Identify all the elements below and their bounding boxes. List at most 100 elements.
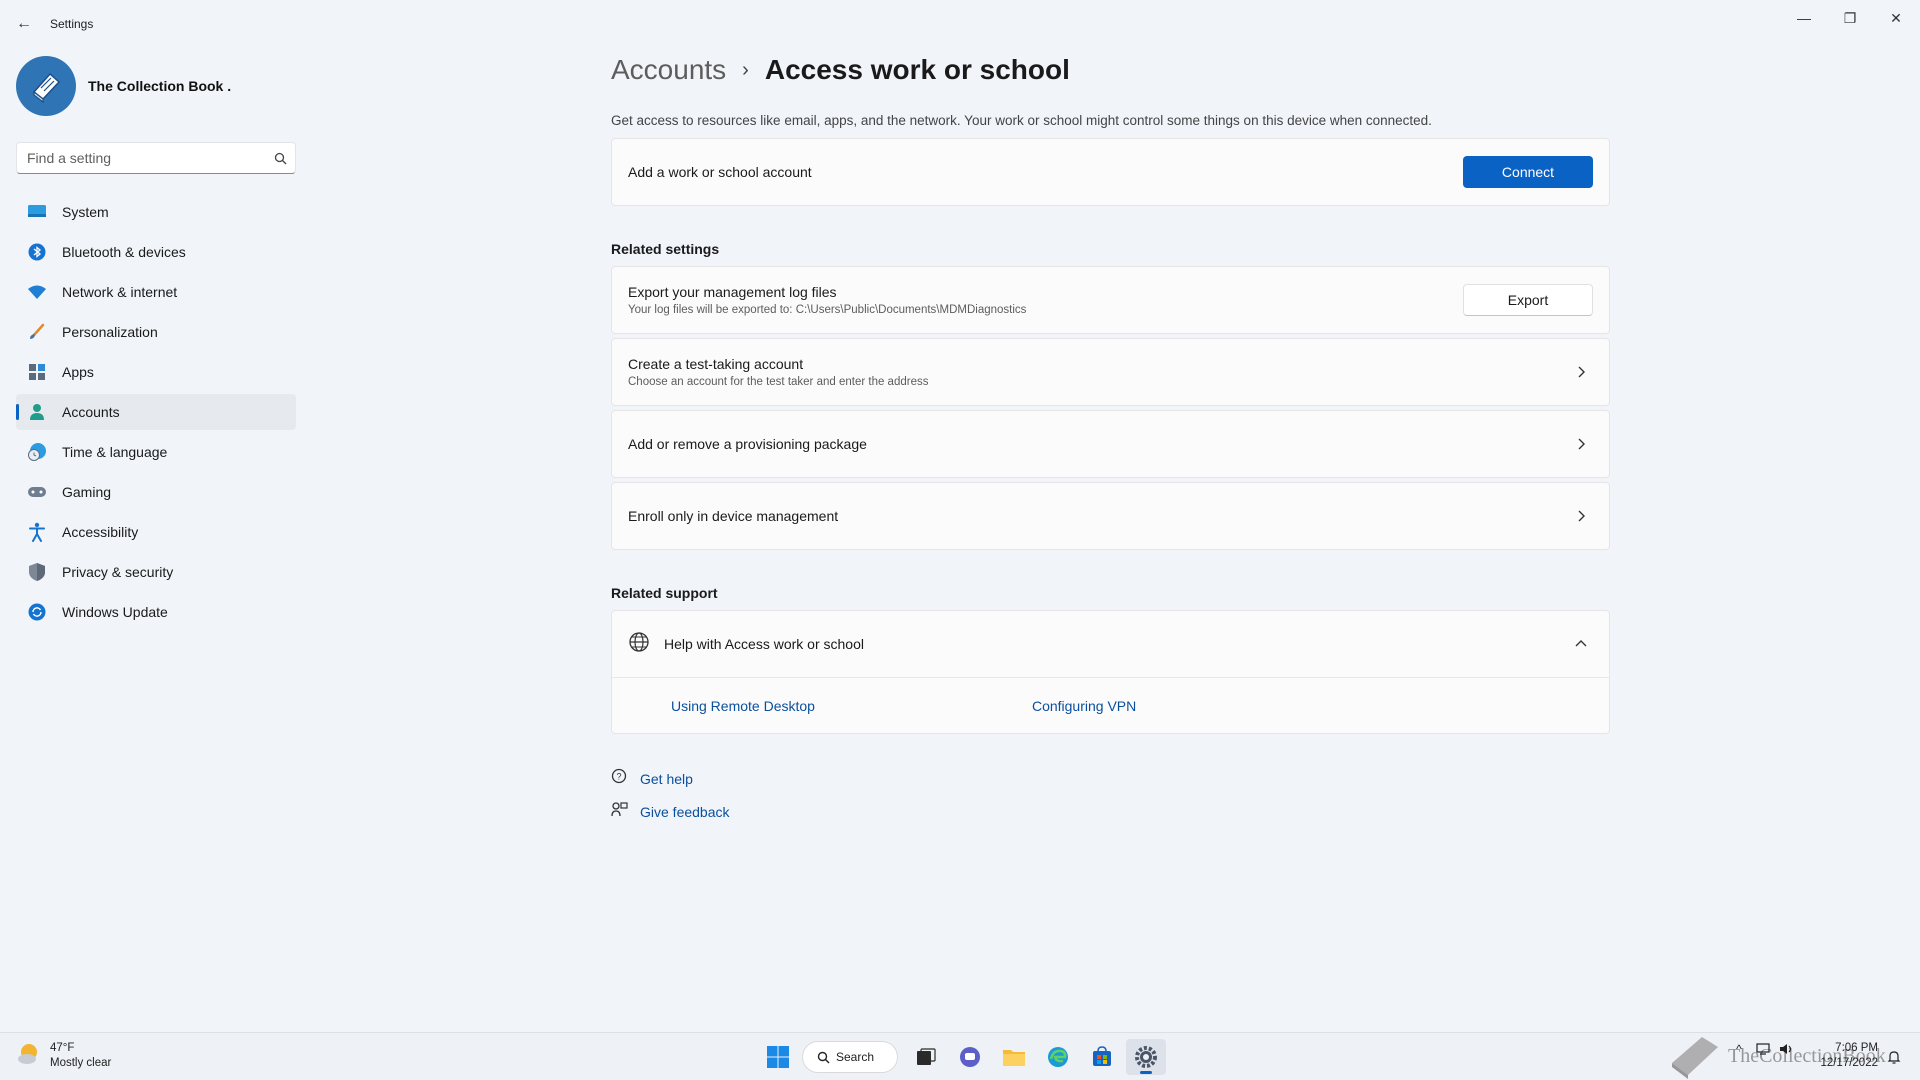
user-profile[interactable]: The Collection Book . <box>16 56 231 116</box>
search-input[interactable] <box>17 143 265 173</box>
notification-center-button[interactable] <box>1884 1047 1904 1067</box>
help-chat-icon: ? <box>611 768 628 790</box>
sidebar-item-accessibility[interactable]: Accessibility <box>16 514 296 550</box>
restore-icon: ❐ <box>1843 9 1857 26</box>
sidebar-item-accounts[interactable]: Accounts <box>16 394 296 430</box>
avatar <box>16 56 76 116</box>
maximize-button[interactable]: ❐ <box>1828 6 1872 30</box>
page-title: Access work or school <box>764 54 1070 85</box>
export-button[interactable]: Export <box>1463 284 1593 316</box>
export-logs-subtitle: Your log files will be exported to: C:\U… <box>628 304 1027 316</box>
remote-desktop-link[interactable]: Using Remote Desktop <box>671 698 815 714</box>
taskbar-clock[interactable]: 7:06 PM 12/17/2022 <box>1810 1041 1878 1071</box>
sidebar-item-label: Network & internet <box>62 284 178 300</box>
test-taking-account-card[interactable]: Create a test-taking account Choose an a… <box>611 338 1610 406</box>
help-expander-header[interactable]: Help with Access work or school <box>612 611 1609 678</box>
provisioning-package-card[interactable]: Add or remove a provisioning package <box>611 410 1610 478</box>
breadcrumb-accounts-link[interactable]: Accounts <box>611 54 726 86</box>
test-account-subtitle: Choose an account for the test taker and… <box>628 376 929 388</box>
taskbar-search-label: Search <box>836 1050 875 1064</box>
back-button[interactable]: ← <box>14 14 34 34</box>
update-icon <box>26 601 48 623</box>
task-view-button[interactable] <box>906 1039 946 1075</box>
sidebar-item-personalization[interactable]: Personalization <box>16 314 296 350</box>
minimize-icon: — <box>1797 10 1811 26</box>
clock-time: 7:06 PM <box>1835 1042 1878 1054</box>
weather-desc: Mostly clear <box>50 1057 112 1069</box>
weather-temp: 47°F <box>50 1042 75 1054</box>
search-icon <box>817 1051 830 1063</box>
sidebar-item-label: System <box>62 204 109 220</box>
chevron-right-icon <box>1569 432 1593 456</box>
export-logs-card: Export your management log files Your lo… <box>611 266 1610 334</box>
monitor-icon <box>26 201 48 223</box>
taskbar-search-button[interactable]: Search <box>802 1041 898 1073</box>
accessibility-icon <box>26 521 48 543</box>
sidebar-item-privacy[interactable]: Privacy & security <box>16 554 296 590</box>
network-icon[interactable] <box>1754 1039 1772 1059</box>
related-support-heading: Related support <box>611 585 718 601</box>
minimize-button[interactable]: — <box>1782 6 1826 30</box>
task-view-icon <box>917 1048 936 1065</box>
chevron-up-icon <box>1569 632 1593 656</box>
sidebar-item-label: Accounts <box>62 404 120 420</box>
configuring-vpn-link[interactable]: Configuring VPN <box>1032 698 1136 714</box>
person-icon <box>26 401 48 423</box>
get-help-row: ? Get help <box>611 768 693 790</box>
system-tray: ^ <box>1730 1039 1802 1059</box>
sidebar-item-system[interactable]: System <box>16 194 296 230</box>
settings-search[interactable] <box>16 142 296 174</box>
edge-icon <box>1048 1047 1068 1067</box>
taskbar-apps: Search <box>758 1039 1170 1075</box>
start-button[interactable] <box>758 1039 798 1075</box>
sidebar-item-apps[interactable]: Apps <box>16 354 296 390</box>
test-account-title: Create a test-taking account <box>628 356 804 372</box>
related-settings-heading: Related settings <box>611 241 720 257</box>
enroll-device-management-card[interactable]: Enroll only in device management <box>611 482 1610 550</box>
moon-cloud-icon <box>16 1042 42 1071</box>
sidebar-item-network[interactable]: Network & internet <box>16 274 296 310</box>
export-logs-title: Export your management log files <box>628 284 837 300</box>
settings-app-button[interactable] <box>1126 1039 1166 1075</box>
wifi-icon <box>26 281 48 303</box>
connect-button[interactable]: Connect <box>1463 156 1593 188</box>
back-arrow-icon: ← <box>16 15 32 32</box>
edge-browser-button[interactable] <box>1038 1039 1078 1075</box>
search-icon[interactable] <box>265 152 295 165</box>
sidebar-item-time-language[interactable]: Time & language <box>16 434 296 470</box>
sidebar-item-gaming[interactable]: Gaming <box>16 474 296 510</box>
give-feedback-link[interactable]: Give feedback <box>640 804 730 820</box>
file-explorer-button[interactable] <box>994 1039 1034 1075</box>
sidebar-item-label: Privacy & security <box>62 564 174 580</box>
sidebar-item-label: Time & language <box>62 444 168 460</box>
feedback-icon <box>611 801 628 823</box>
sidebar-item-label: Accessibility <box>62 524 139 540</box>
close-button[interactable]: ✕ <box>1874 6 1918 30</box>
volume-icon[interactable] <box>1778 1039 1796 1059</box>
get-help-link[interactable]: Get help <box>640 771 693 787</box>
sidebar-item-label: Bluetooth & devices <box>62 244 186 260</box>
sidebar-item-windows-update[interactable]: Windows Update <box>16 594 296 630</box>
sidebar-item-label: Gaming <box>62 484 112 500</box>
store-button[interactable] <box>1082 1039 1122 1075</box>
add-account-title: Add a work or school account <box>628 164 812 180</box>
sidebar-item-label: Apps <box>62 364 94 380</box>
folder-icon <box>1003 1050 1025 1066</box>
gamepad-icon <box>26 481 48 503</box>
give-feedback-row: Give feedback <box>611 801 730 823</box>
sidebar-item-bluetooth[interactable]: Bluetooth & devices <box>16 234 296 270</box>
add-account-card: Add a work or school account Connect <box>611 138 1610 206</box>
provisioning-title: Add or remove a provisioning package <box>628 436 867 452</box>
chevron-right-icon <box>1569 360 1593 384</box>
weather-widget[interactable]: 47°F Mostly clear <box>16 1041 111 1071</box>
windows-logo-icon <box>767 1046 789 1068</box>
taskbar: 47°F Mostly clear Search TheCollectionBo… <box>0 1032 1920 1080</box>
sidebar-item-label: Windows Update <box>62 604 168 620</box>
show-hidden-icons-button[interactable]: ^ <box>1730 1039 1748 1059</box>
teams-chat-button[interactable] <box>950 1039 990 1075</box>
gear-icon <box>1135 1046 1157 1068</box>
globe-clock-icon <box>26 441 48 463</box>
close-icon: ✕ <box>1890 9 1902 26</box>
help-title: Help with Access work or school <box>664 636 864 652</box>
notification-bell-icon <box>1887 1051 1901 1064</box>
